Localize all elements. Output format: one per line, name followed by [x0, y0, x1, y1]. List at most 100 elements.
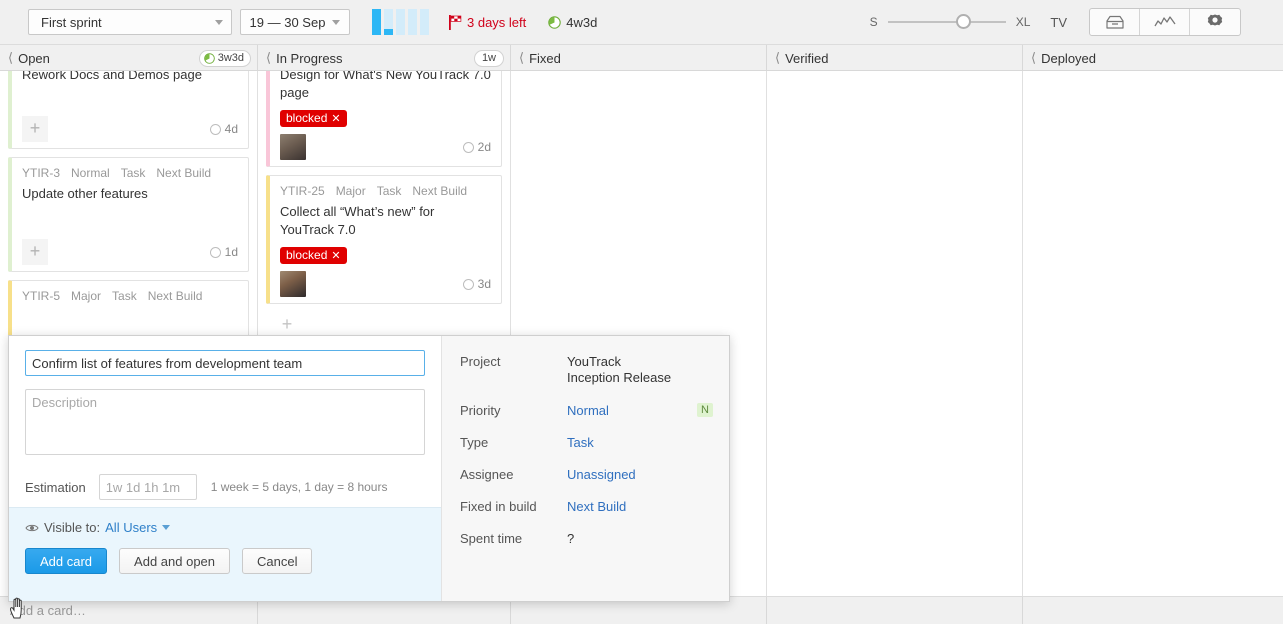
field-priority: Priority Normal N — [460, 403, 729, 419]
column-in-progress-cards: Design for What's New YouTrack 7.0 page … — [258, 71, 510, 338]
clock-pie-icon — [548, 15, 562, 29]
add-card-button[interactable]: Add card — [25, 548, 108, 574]
column-header-deployed[interactable]: ⟨ Deployed — [1023, 45, 1282, 71]
visibility-row: Visible to: All Users — [25, 520, 425, 535]
column-estimation-label: 3w3d — [217, 52, 244, 64]
column-deployed — [1023, 71, 1282, 624]
column-header-fixed[interactable]: ⟨ Fixed — [511, 45, 767, 71]
card-estimate-label: 3d — [477, 277, 491, 291]
card-title: Rework Docs and Demos page — [22, 71, 202, 82]
add-a-card-deployed[interactable] — [1023, 597, 1282, 624]
card-rework-docs[interactable]: Rework Docs and Demos page + 4d — [8, 71, 249, 149]
progress-bar — [408, 9, 417, 35]
field-value[interactable]: Task — [567, 435, 594, 451]
card-tag-blocked[interactable]: blocked ✕ — [280, 110, 347, 127]
board-toolbar: First sprint 19 — 30 Sep 3 days left 4w3… — [0, 0, 1283, 45]
column-header-verified[interactable]: ⟨ Verified — [767, 45, 1023, 71]
estimate-circle-icon — [462, 278, 474, 290]
add-subtask-button[interactable]: + — [22, 116, 48, 142]
card-meta: YTIR-25 Major Task Next Build — [280, 184, 491, 198]
archive-icon-glyph — [1105, 15, 1124, 29]
card-tag-label: blocked — [286, 111, 328, 125]
card-tag-blocked[interactable]: blocked ✕ — [280, 247, 347, 264]
add-subtask-button[interactable]: + — [22, 239, 48, 265]
chart-icon[interactable] — [1140, 9, 1190, 35]
column-title: In Progress — [276, 50, 343, 66]
card-id: YTIR-5 — [22, 289, 61, 303]
gear-icon-glyph — [1207, 14, 1223, 26]
avatar[interactable] — [280, 271, 306, 297]
tv-mode-button[interactable]: TV — [1050, 15, 1067, 30]
column-estimation-badge: 1w — [473, 49, 504, 67]
field-value[interactable]: Unassigned — [567, 467, 636, 483]
field-value[interactable]: Normal — [567, 403, 609, 419]
field-value[interactable]: Next Build — [567, 499, 626, 515]
add-card-dialog: Estimation 1 week = 5 days, 1 day = 8 ho… — [8, 335, 730, 602]
chevron-left-icon: ⟨ — [266, 50, 272, 65]
add-and-open-button[interactable]: Add and open — [119, 548, 231, 574]
toolbar-icon-group — [1089, 8, 1241, 36]
close-icon[interactable]: ✕ — [331, 250, 340, 262]
column-title: Deployed — [1041, 50, 1097, 66]
column-header-in-progress[interactable]: ⟨ In Progress 1w — [258, 45, 511, 71]
add-card-dialog-body: Estimation 1 week = 5 days, 1 day = 8 ho… — [9, 336, 441, 507]
estimation-hint: 1 week = 5 days, 1 day = 8 hours — [210, 480, 388, 494]
card-title: Collect all “What’s new” for YouTrack 7.… — [280, 204, 435, 237]
card-meta: YTIR-3 Normal Task Next Build — [22, 166, 238, 180]
cancel-button[interactable]: Cancel — [242, 548, 313, 574]
card-ytir-25[interactable]: YTIR-25 Major Task Next Build Collect al… — [266, 175, 502, 304]
add-a-card-verified[interactable] — [767, 597, 1023, 624]
card-estimate: 1d — [209, 245, 238, 259]
field-label: Project — [460, 354, 501, 369]
size-slider-knob[interactable] — [955, 14, 971, 29]
card-ytir-3[interactable]: YTIR-3 Normal Task Next Build Update oth… — [8, 157, 249, 272]
card-estimate-label: 2d — [477, 140, 491, 154]
chevron-left-icon: ⟨ — [519, 50, 525, 65]
sprint-select-label: First sprint — [41, 14, 102, 30]
column-headers: ⟨ Open 3w3d ⟨ In Progress 1w ⟨ Fixed ⟨ V… — [0, 45, 1283, 71]
priority-badge: N — [697, 403, 713, 417]
days-left-indicator: 3 days left — [449, 14, 526, 30]
card-type: Task — [112, 289, 137, 303]
estimation-input[interactable] — [98, 474, 197, 500]
sprint-estimation-indicator: 4w3d — [548, 15, 597, 30]
progress-bar — [372, 9, 381, 35]
add-card-dialog-left: Estimation 1 week = 5 days, 1 day = 8 ho… — [9, 336, 441, 601]
avatar[interactable] — [280, 134, 306, 160]
size-slider-track[interactable] — [887, 14, 1006, 29]
clock-pie-icon — [203, 52, 215, 64]
sprint-date-range-label: 19 — 30 Sep — [249, 14, 326, 30]
sprint-estimation-label: 4w3d — [566, 14, 598, 30]
chevron-down-icon — [332, 19, 341, 25]
card-description-input[interactable] — [25, 389, 425, 455]
field-label: Priority — [460, 403, 501, 418]
field-assignee: Assignee Unassigned — [460, 467, 729, 483]
chevron-down-icon — [215, 19, 223, 25]
field-value: ? — [567, 531, 575, 546]
card-design-whats-new[interactable]: Design for What's New YouTrack 7.0 page … — [266, 71, 502, 167]
card-summary-input[interactable] — [25, 350, 425, 376]
column-estimation-badge: 3w3d — [198, 49, 251, 67]
close-icon[interactable]: ✕ — [331, 113, 340, 125]
chevron-left-icon: ⟨ — [775, 50, 781, 65]
card-estimate: 3d — [462, 277, 491, 291]
card-footer: + 1d — [22, 239, 238, 265]
archive-icon[interactable] — [1090, 9, 1140, 35]
progress-bar — [396, 9, 405, 35]
card-id: YTIR-3 — [22, 166, 61, 180]
sprint-select[interactable]: First sprint — [28, 9, 232, 35]
card-meta: YTIR-5 Major Task Next Build — [22, 289, 238, 303]
sprint-date-range-select[interactable]: 19 — 30 Sep — [240, 9, 350, 35]
eye-icon — [25, 524, 39, 531]
size-slider-min-label: S — [869, 15, 878, 29]
visibility-value[interactable]: All Users — [105, 520, 157, 535]
estimate-circle-icon — [462, 141, 474, 153]
field-type: Type Task — [460, 435, 729, 451]
column-header-open[interactable]: ⟨ Open 3w3d — [0, 45, 258, 71]
card-size-slider[interactable]: S XL — [869, 14, 1030, 29]
card-estimate: 2d — [462, 140, 491, 154]
chevron-down-icon[interactable] — [162, 525, 171, 530]
gear-icon[interactable] — [1190, 9, 1240, 35]
estimation-row: Estimation 1 week = 5 days, 1 day = 8 ho… — [25, 474, 425, 500]
sprint-progress-bars — [372, 9, 429, 35]
